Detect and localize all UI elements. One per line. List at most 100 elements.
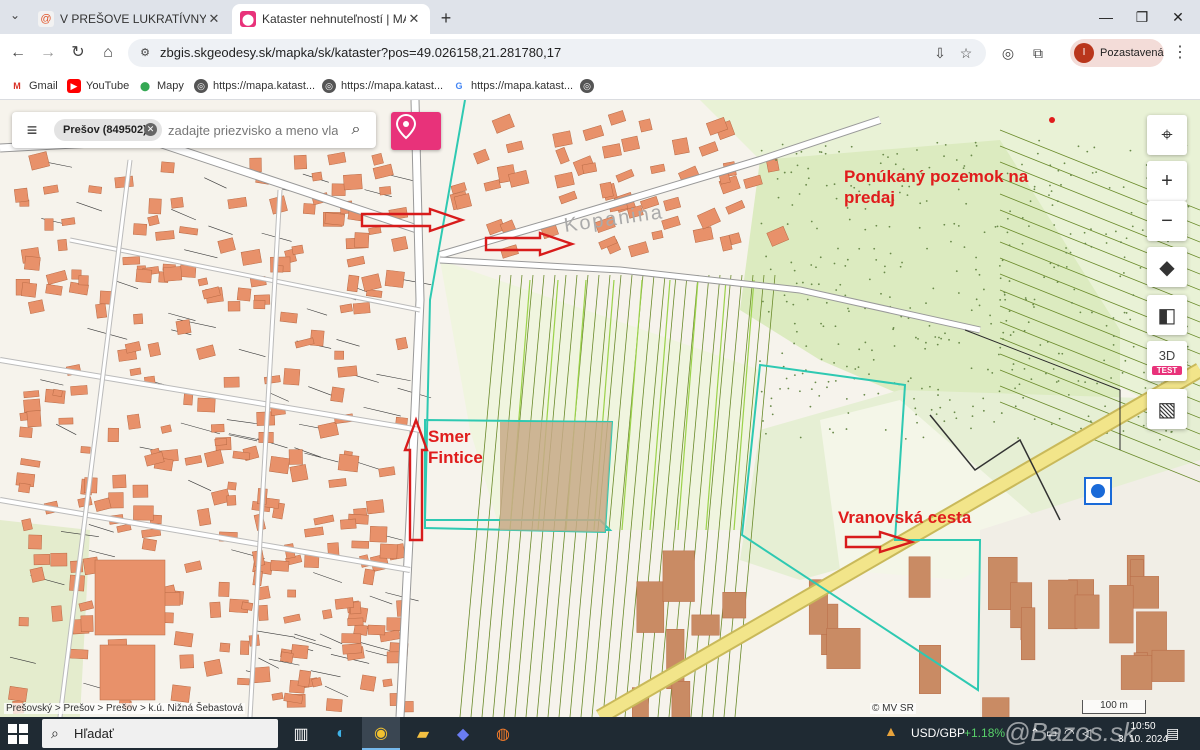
- site-info-icon[interactable]: ⚙: [138, 46, 152, 60]
- dot: [1049, 262, 1052, 265]
- close-tab-icon[interactable]: ✕: [406, 11, 422, 27]
- dot: [1077, 380, 1080, 382]
- address-bar[interactable]: ⚙ zbgis.skgeodesy.sk/mapka/sk/kataster?p…: [128, 39, 986, 67]
- new-tab-button[interactable]: +: [434, 7, 458, 29]
- taskbar-search[interactable]: ⌕ Hľadať: [42, 719, 278, 748]
- dot: [785, 377, 788, 380]
- windows-start-icon[interactable]: [8, 724, 28, 744]
- dot: [1030, 378, 1033, 381]
- annotation-line: Ponúkaný pozemok na: [844, 167, 1029, 186]
- search-icon[interactable]: ⌕: [346, 120, 366, 140]
- dot: [824, 152, 827, 155]
- extensions-puzzle-icon[interactable]: ⧉: [1028, 43, 1048, 63]
- dot: [1006, 231, 1009, 234]
- building: [50, 552, 68, 567]
- zoom-out-button[interactable]: −: [1147, 201, 1187, 241]
- location-chip[interactable]: Prešov (849502) ✕: [54, 119, 162, 141]
- dot: [944, 332, 946, 335]
- bookmark-globe[interactable]: ◎: [580, 77, 599, 95]
- close-window-button[interactable]: ✕: [1164, 6, 1192, 28]
- dot: [892, 327, 895, 329]
- dot: [943, 223, 946, 226]
- breadcrumb[interactable]: Prešovský > Prešov > Prešov > k.ú. Nižná…: [4, 703, 246, 714]
- url-text[interactable]: zbgis.skgeodesy.sk/mapka/sk/kataster?pos…: [160, 45, 561, 60]
- building: [671, 137, 690, 156]
- compare-button[interactable]: ◧: [1147, 295, 1187, 335]
- building: [1151, 649, 1185, 682]
- fx-change-label[interactable]: +1.18%: [964, 726, 1005, 740]
- more-menu-icon[interactable]: ⋮: [1172, 43, 1188, 63]
- firefox-icon[interactable]: ◍: [484, 717, 522, 750]
- bookmark-katastr-2[interactable]: ◎ https://mapa.katast...: [322, 77, 443, 95]
- bookmark-gmail[interactable]: M Gmail: [10, 77, 58, 95]
- building: [214, 438, 227, 446]
- dot: [943, 155, 945, 158]
- map-search-panel: ≡ Prešov (849502) ✕ ⌕: [12, 112, 376, 148]
- dot: [1112, 317, 1115, 319]
- cadastral-map[interactable]: Kopanina ≡ Prešov (849502) ✕ ⌕: [0, 100, 1200, 717]
- tab-kataster[interactable]: ⬤ Kataster nehnuteľností | MAPKA ✕: [232, 4, 430, 34]
- building: [240, 640, 250, 655]
- dot: [896, 153, 899, 155]
- building: [1048, 579, 1078, 630]
- building: [293, 154, 308, 170]
- dot: [1129, 318, 1132, 321]
- task-view-icon[interactable]: ▥: [282, 717, 320, 750]
- bookmark-mapy[interactable]: ⬤ Mapy: [138, 77, 184, 95]
- map-pin-button[interactable]: [391, 112, 441, 150]
- globe-icon: ◎: [322, 79, 336, 93]
- building: [638, 118, 653, 133]
- dot: [1045, 372, 1047, 375]
- dot: [1009, 334, 1012, 336]
- building: [51, 605, 63, 622]
- dot: [1033, 306, 1035, 308]
- map-layer-button[interactable]: ▧: [1147, 389, 1187, 429]
- map-photo-icon: ▧: [1157, 398, 1177, 421]
- copyright-notice: © MV SR: [870, 703, 916, 714]
- tab-search-icon[interactable]: ⌄: [6, 8, 24, 26]
- close-tab-icon[interactable]: ✕: [206, 11, 222, 27]
- tab-listing[interactable]: @ V PREŠOVE LUKRATÍVNY STAVE ✕: [30, 4, 230, 34]
- dot: [1038, 139, 1041, 142]
- owner-search-input[interactable]: [168, 120, 338, 140]
- bookmark-katastr-3[interactable]: G https://mapa.katast...: [452, 77, 573, 95]
- building: [29, 566, 46, 583]
- store-icon[interactable]: ◆: [444, 717, 482, 750]
- building: [179, 654, 194, 669]
- direction-annotation: Smer Fintice: [428, 426, 483, 468]
- 3d-button[interactable]: 3D TEST: [1147, 341, 1187, 381]
- clear-chip-icon[interactable]: ✕: [144, 123, 157, 136]
- dot: [879, 162, 882, 165]
- zoom-in-button[interactable]: +: [1147, 161, 1187, 201]
- bookmark-star-icon[interactable]: ☆: [958, 45, 974, 61]
- notification-icon[interactable]: ▤: [1166, 725, 1179, 742]
- bookmark-katastr-1[interactable]: ◎ https://mapa.katast...: [194, 77, 315, 95]
- file-explorer-icon[interactable]: ▰: [404, 717, 442, 750]
- hamburger-menu-icon[interactable]: ≡: [22, 121, 42, 139]
- minimize-button[interactable]: —: [1092, 6, 1120, 28]
- extension-icon[interactable]: ◎: [998, 43, 1018, 63]
- layers-button[interactable]: ◆: [1147, 247, 1187, 287]
- dot: [1006, 217, 1009, 220]
- edge-icon[interactable]: ◐: [322, 717, 360, 750]
- bazos-favicon-icon: @: [38, 11, 54, 27]
- restore-button[interactable]: ❐: [1128, 6, 1156, 28]
- install-app-icon[interactable]: ⇩: [932, 45, 948, 61]
- locate-me-button[interactable]: ⌖: [1147, 115, 1187, 155]
- stock-chart-icon[interactable]: ▲: [884, 723, 904, 743]
- chrome-icon[interactable]: ◉: [362, 717, 400, 750]
- dot: [904, 437, 907, 440]
- dot: [1053, 224, 1056, 226]
- fx-pair-label[interactable]: USD/GBP: [911, 726, 965, 740]
- profile-button[interactable]: I Pozastavená: [1070, 39, 1164, 67]
- dot: [1056, 200, 1059, 203]
- dot: [917, 337, 919, 340]
- home-icon[interactable]: ⌂: [98, 43, 118, 63]
- dot: [978, 273, 981, 276]
- reload-icon[interactable]: ↻: [68, 43, 88, 63]
- forward-arrow-icon[interactable]: →: [38, 43, 58, 63]
- bookmark-youtube[interactable]: ▶ YouTube: [67, 77, 129, 95]
- dot: [1114, 230, 1117, 233]
- back-arrow-icon[interactable]: ←: [8, 43, 28, 63]
- building: [722, 592, 747, 619]
